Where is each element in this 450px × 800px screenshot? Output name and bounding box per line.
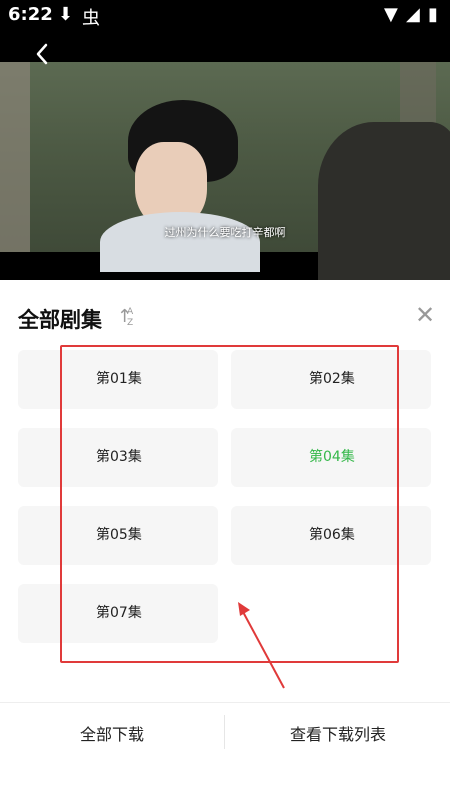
sort-a-icon: A bbox=[127, 307, 134, 317]
bug-icon: 虫 bbox=[82, 8, 100, 29]
sort-az-icon[interactable]: ↑ A Z bbox=[115, 307, 137, 329]
annotation-highlight-box bbox=[60, 345, 399, 663]
video-subtitle: 过州为什么要吃打辛都啊 bbox=[164, 226, 286, 239]
footer-divider bbox=[224, 715, 225, 749]
sheet-title: 全部剧集 bbox=[18, 308, 102, 332]
annotation-arrow bbox=[238, 602, 285, 689]
footer-bar: 全部下载 查看下载列表 bbox=[0, 702, 450, 800]
video-character-robe bbox=[100, 212, 260, 272]
video-player[interactable]: 过州为什么要吃打辛都啊 bbox=[0, 32, 450, 280]
battery-icon: ▮ bbox=[428, 4, 438, 25]
close-icon[interactable]: ✕ bbox=[414, 303, 436, 327]
download-all-button[interactable]: 全部下载 bbox=[0, 703, 224, 767]
back-button[interactable] bbox=[28, 40, 56, 68]
sort-z-icon: Z bbox=[127, 318, 134, 328]
wifi-icon: ▼ bbox=[384, 4, 398, 25]
video-character-armor bbox=[318, 122, 450, 280]
status-time: 6:22 bbox=[8, 4, 53, 25]
chevron-left-icon bbox=[36, 43, 48, 65]
status-bar: 6:22 ⬇ 虫 ▼ ◢ ▮ bbox=[0, 0, 450, 32]
view-downloads-button[interactable]: 查看下载列表 bbox=[226, 703, 450, 767]
signal-icon: ◢ bbox=[406, 4, 420, 25]
download-icon: ⬇ bbox=[58, 4, 74, 25]
